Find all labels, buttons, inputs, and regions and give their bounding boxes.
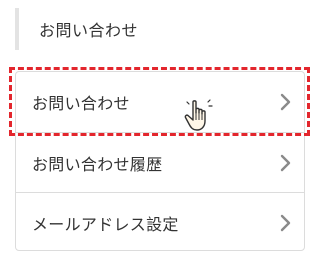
menu-item-contact-history[interactable]: お問い合わせ履歴 (16, 132, 304, 192)
chevron-right-icon (278, 214, 292, 232)
page: お問い合わせ お問い合わせ お問い合わせ履歴 メールアドレス設定 (0, 0, 320, 264)
section-title: お問い合わせ (39, 21, 139, 40)
menu-item-email-settings[interactable]: メールアドレス設定 (16, 192, 304, 252)
menu-item-contact[interactable]: お問い合わせ (16, 72, 304, 132)
chevron-right-icon (278, 154, 292, 172)
section-header: お問い合わせ (15, 8, 305, 50)
menu-item-label: お問い合わせ (32, 94, 130, 113)
menu-item-label: メールアドレス設定 (32, 214, 179, 234)
menu-item-label: お問い合わせ履歴 (32, 154, 163, 174)
menu-list: お問い合わせ お問い合わせ履歴 メールアドレス設定 (15, 71, 305, 251)
chevron-right-icon (278, 93, 292, 111)
